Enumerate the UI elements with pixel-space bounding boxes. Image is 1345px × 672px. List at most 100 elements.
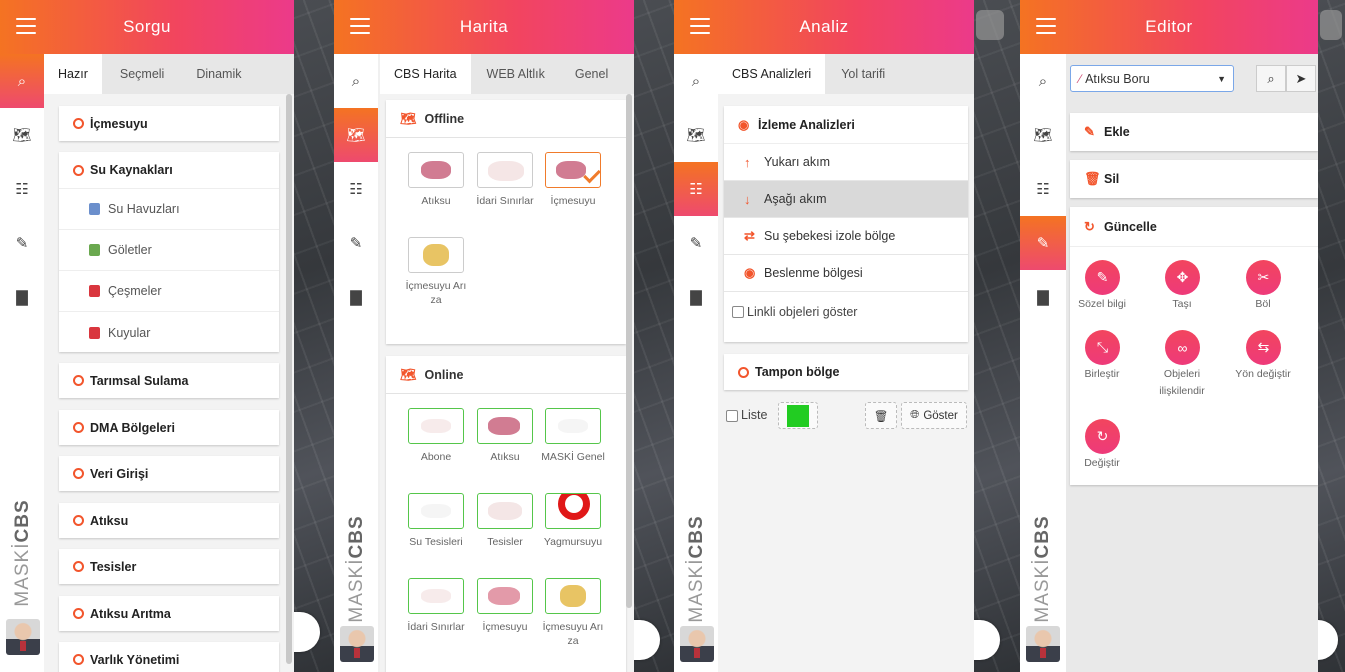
group-tarimsal-sulama[interactable]: Tarımsal Sulama: [59, 363, 279, 398]
delete-section[interactable]: 🗑︎ Sil: [1070, 160, 1318, 198]
map-control[interactable]: [294, 612, 320, 652]
show-button[interactable]: 🌐︎ Göster: [901, 402, 967, 429]
color-picker[interactable]: [778, 402, 818, 429]
item-isolate[interactable]: ⇄ Su şebekesi izole bölge: [724, 218, 968, 255]
group-varlik-yonetimi[interactable]: Varlık Yönetimi: [59, 642, 279, 672]
chart-icon[interactable]: ▇: [674, 270, 718, 324]
map-icon: 🗺︎: [400, 110, 417, 126]
sub-item-cesmeler[interactable]: Çeşmeler: [59, 271, 279, 312]
map-control[interactable]: [1318, 620, 1338, 660]
search-icon[interactable]: ⌕: [674, 54, 718, 108]
link-objects-button[interactable]: ∞: [1165, 330, 1200, 365]
offline-thumb-icmesuyu-ariza[interactable]: [408, 237, 464, 273]
edit-icon[interactable]: ✎: [1020, 216, 1066, 270]
group-atiksu-aritma[interactable]: Atıksu Arıtma: [59, 596, 279, 631]
online-thumb-icmesuyu-ariza[interactable]: [545, 578, 601, 614]
online-header[interactable]: 🗺︎ Online: [386, 356, 626, 394]
buffer-section[interactable]: Tampon bölge: [724, 354, 968, 390]
edit-icon[interactable]: ✎: [0, 216, 44, 270]
tab-secmeli[interactable]: Seçmeli: [102, 54, 182, 94]
update-header[interactable]: ↻ Güncelle: [1070, 207, 1318, 247]
scrollbar[interactable]: [626, 94, 632, 608]
tab-yol-tarifi[interactable]: Yol tarifi: [825, 54, 901, 94]
sub-item-goletler[interactable]: Göletler: [59, 230, 279, 271]
map-control[interactable]: [976, 10, 1004, 40]
section-title: Ekle: [1104, 125, 1130, 139]
online-thumb-atiksu[interactable]: [477, 408, 533, 444]
avatar[interactable]: [680, 626, 714, 662]
online-thumb-icmesuyu[interactable]: [477, 578, 533, 614]
group-icmesuyu[interactable]: İçmesuyu: [59, 106, 279, 141]
layer-select[interactable]: ∕ Atıksu Boru ▼: [1070, 65, 1234, 92]
pointer-button[interactable]: ➤: [1286, 65, 1316, 92]
screenshot-collage: Sorgu ⌕ 🗺︎ ☷ ✎ ▇ MASKİCBS Hazır Seçmeli …: [0, 0, 1345, 672]
search-button[interactable]: ⌕: [1256, 65, 1286, 92]
page-title: Analiz: [799, 17, 849, 36]
map-control[interactable]: [1320, 10, 1342, 40]
network-icon[interactable]: ☷: [334, 162, 378, 216]
group-tesisler[interactable]: Tesisler: [59, 549, 279, 584]
group-su-kaynaklari[interactable]: Su Kaynakları Su Havuzları Göletler Çeşm…: [59, 152, 279, 352]
add-section[interactable]: ✎ Ekle: [1070, 113, 1318, 151]
offline-header[interactable]: 🗺︎ Offline: [386, 100, 626, 138]
search-icon[interactable]: ⌕: [0, 54, 44, 108]
change-button[interactable]: ↻: [1085, 419, 1120, 454]
delete-button[interactable]: 🗑︎: [865, 402, 897, 429]
online-thumb-abone[interactable]: [408, 408, 464, 444]
sub-item-su-havuzlari[interactable]: Su Havuzları: [59, 189, 279, 230]
section-title: İzleme Analizleri: [758, 117, 855, 132]
group-atiksu[interactable]: Atıksu: [59, 503, 279, 538]
tab-web-altlik[interactable]: WEB Altlık: [471, 54, 561, 94]
tab-cbs-harita[interactable]: CBS Harita: [380, 54, 471, 94]
attribute-edit-button[interactable]: ✎: [1085, 260, 1120, 295]
offline-thumb-atiksu[interactable]: [408, 152, 464, 188]
tab-dinamik[interactable]: Dinamik: [182, 54, 255, 94]
online-thumb-tesisler[interactable]: [477, 493, 533, 529]
reverse-direction-button[interactable]: ⇆: [1246, 330, 1281, 365]
offline-thumb-idari-sinirlar[interactable]: [477, 152, 533, 188]
move-icon: ✥: [1176, 269, 1189, 285]
network-icon[interactable]: ☷: [0, 162, 44, 216]
network-icon[interactable]: ☷: [674, 162, 718, 216]
checkbox-label: Liste: [741, 408, 768, 422]
avatar[interactable]: [6, 619, 40, 655]
online-thumb-maski-genel[interactable]: [545, 408, 601, 444]
network-icon[interactable]: ☷: [1020, 162, 1066, 216]
map-icon[interactable]: 🗺︎: [674, 108, 718, 162]
tracking-header[interactable]: ◉ İzleme Analizleri: [724, 106, 968, 144]
edit-icon[interactable]: ✎: [674, 216, 718, 270]
avatar[interactable]: [340, 626, 374, 662]
chart-icon[interactable]: ▇: [0, 270, 44, 324]
edit-icon[interactable]: ✎: [334, 216, 378, 270]
item-downstream[interactable]: ↓ Aşağı akım: [724, 181, 968, 218]
map-control[interactable]: [974, 620, 1000, 660]
chart-icon[interactable]: ▇: [1020, 270, 1066, 324]
linked-objects-checkbox[interactable]: Linkli objeleri göster: [724, 292, 968, 332]
group-veri-girisi[interactable]: Veri Girişi: [59, 456, 279, 491]
map-icon[interactable]: 🗺︎: [1020, 108, 1066, 162]
sub-item-kuyular[interactable]: Kuyular: [59, 312, 279, 353]
online-thumb-idari-sinirlar[interactable]: [408, 578, 464, 614]
search-icon[interactable]: ⌕: [334, 54, 378, 108]
search-icon: ⌕: [1267, 70, 1275, 86]
chart-icon[interactable]: ▇: [334, 270, 378, 324]
tab-hazir[interactable]: Hazır: [44, 54, 102, 94]
split-button[interactable]: ✂: [1246, 260, 1281, 295]
list-checkbox[interactable]: Liste: [726, 408, 767, 422]
query-panel: Sorgu ⌕ 🗺︎ ☷ ✎ ▇ MASKİCBS Hazır Seçmeli …: [0, 0, 294, 672]
scrollbar[interactable]: [286, 94, 292, 664]
tab-genel[interactable]: Genel: [561, 54, 622, 94]
tab-cbs-analizleri[interactable]: CBS Analizleri: [718, 54, 826, 94]
merge-button[interactable]: ⤡: [1085, 330, 1120, 365]
map-icon[interactable]: 🗺︎: [334, 108, 378, 162]
online-thumb-su-tesisleri[interactable]: [408, 493, 464, 529]
map-icon[interactable]: 🗺︎: [0, 108, 44, 162]
search-icon[interactable]: ⌕: [1020, 54, 1066, 108]
online-thumb-yagmursuyu[interactable]: [545, 493, 601, 529]
move-button[interactable]: ✥: [1165, 260, 1200, 295]
map-control[interactable]: [634, 620, 660, 660]
item-upstream[interactable]: ↑ Yukarı akım: [724, 144, 968, 181]
group-dma-bolgeleri[interactable]: DMA Bölgeleri: [59, 410, 279, 445]
avatar[interactable]: [1026, 626, 1060, 662]
item-supply-zone[interactable]: ◉ Beslenme bölgesi: [724, 255, 968, 292]
